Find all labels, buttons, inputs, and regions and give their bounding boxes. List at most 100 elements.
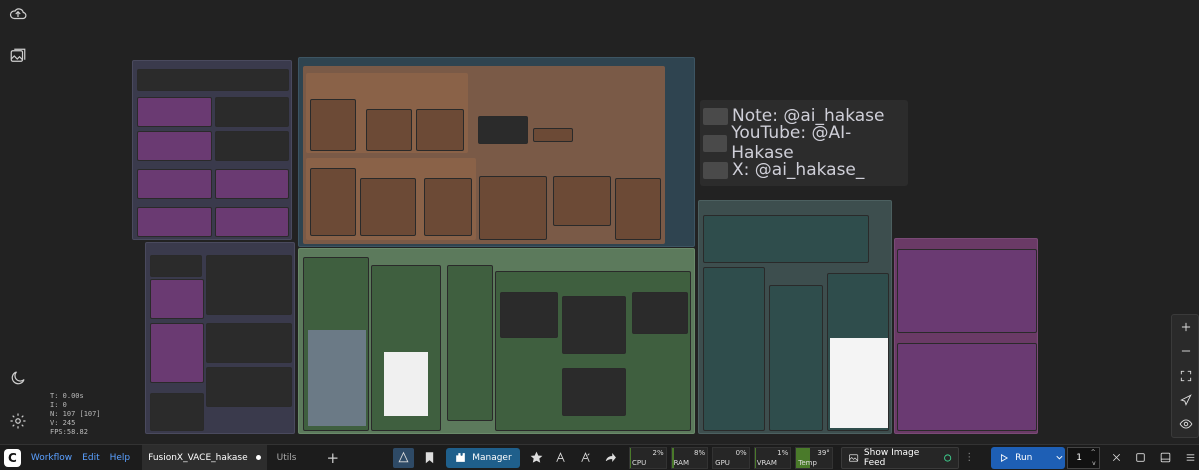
node[interactable] <box>310 168 356 236</box>
increment-icon[interactable]: ^ <box>1091 449 1096 456</box>
node[interactable] <box>215 131 289 161</box>
node[interactable] <box>495 271 691 431</box>
dark-mode-icon[interactable] <box>8 368 28 388</box>
batch-count-input[interactable]: 1 ^ v <box>1067 446 1100 469</box>
bookmark-icon[interactable] <box>420 448 441 468</box>
zoom-in-icon[interactable] <box>1176 317 1196 337</box>
node[interactable] <box>150 279 204 319</box>
node[interactable] <box>360 178 416 236</box>
note-swatch <box>703 134 728 152</box>
credits-note[interactable]: Note: @ai_hakase YouTube: @AI-Hakase X: … <box>700 100 908 186</box>
settings-gear-icon[interactable] <box>8 411 28 431</box>
comfyui-logo-icon[interactable]: C <box>4 448 21 467</box>
node[interactable] <box>206 367 292 407</box>
zoom-out-icon[interactable] <box>1176 341 1196 361</box>
feed-status-icon <box>944 453 952 462</box>
node[interactable] <box>137 69 289 91</box>
node[interactable] <box>769 285 823 431</box>
node[interactable] <box>562 296 626 354</box>
node[interactable] <box>632 292 688 334</box>
node[interactable] <box>703 215 869 263</box>
node[interactable] <box>424 178 472 236</box>
play-icon <box>1001 453 1009 462</box>
node[interactable] <box>150 255 202 277</box>
node[interactable] <box>447 265 493 421</box>
run-button[interactable]: Run <box>991 446 1066 469</box>
node[interactable] <box>562 368 626 416</box>
manager-label: Manager <box>472 452 512 463</box>
node[interactable] <box>310 99 356 151</box>
node[interactable] <box>206 323 292 363</box>
menu-edit[interactable]: Edit <box>82 453 99 463</box>
left-sidebar <box>0 0 36 444</box>
node[interactable] <box>897 249 1037 333</box>
chevron-down-icon[interactable] <box>1054 452 1065 463</box>
node[interactable] <box>500 292 558 338</box>
node[interactable] <box>150 393 204 431</box>
new-tab-plus-icon[interactable]: + <box>326 449 339 467</box>
star-icon[interactable] <box>528 448 545 468</box>
group-vace-settings[interactable] <box>298 248 695 434</box>
manager-button[interactable]: Manager <box>446 447 520 468</box>
bottom-panel-icon[interactable] <box>1157 448 1174 468</box>
node[interactable] <box>215 97 289 127</box>
drag-handle-icon[interactable]: ⋮ <box>964 448 974 468</box>
node[interactable] <box>206 255 292 315</box>
node[interactable] <box>137 207 212 237</box>
group-compare[interactable] <box>894 238 1038 434</box>
node[interactable] <box>478 116 528 144</box>
node[interactable] <box>137 97 212 127</box>
canvas-stats: T: 0.00s I: 0 N: 107 [107] V: 245 FPS:58… <box>50 392 101 437</box>
queue-list-icon[interactable] <box>1182 448 1199 468</box>
node[interactable] <box>137 131 212 161</box>
reference-image <box>384 352 428 416</box>
menu-workflow[interactable]: Workflow <box>31 453 72 463</box>
queue-icon[interactable] <box>393 447 414 468</box>
group-extra-settings[interactable] <box>306 158 476 240</box>
share-icon[interactable] <box>602 448 619 468</box>
tab-utils[interactable]: Utils <box>277 453 297 463</box>
group-output[interactable] <box>698 200 892 434</box>
stat-fps: FPS:58.82 <box>50 428 88 436</box>
reference-video-frame <box>308 330 366 426</box>
vram-value: 1% <box>777 448 789 457</box>
upload-icon[interactable] <box>8 4 28 24</box>
toggle-visibility-icon[interactable] <box>1176 414 1196 434</box>
tab-active-workflow[interactable]: FusionX_VACE_hakase <box>142 444 267 470</box>
puzzle-icon <box>456 453 466 462</box>
node[interactable] <box>303 257 369 431</box>
focus-mode-icon[interactable] <box>1133 448 1150 468</box>
image-gallery-icon[interactable] <box>8 46 28 66</box>
node[interactable] <box>416 109 464 151</box>
unsaved-dot-icon <box>255 455 261 460</box>
note-swatch <box>703 107 728 125</box>
ram-meter: 8% RAM <box>670 446 709 469</box>
node[interactable] <box>827 273 889 431</box>
node[interactable] <box>366 109 412 151</box>
model-icon[interactable] <box>553 448 570 468</box>
fit-view-icon[interactable] <box>1176 366 1196 386</box>
node[interactable] <box>553 176 611 226</box>
group-video-control[interactable] <box>303 66 665 244</box>
group-main[interactable] <box>298 57 695 247</box>
select-mode-icon[interactable] <box>1176 390 1196 410</box>
node[interactable] <box>479 176 547 240</box>
group-video-settings[interactable] <box>306 73 468 153</box>
cancel-icon[interactable] <box>1108 448 1125 468</box>
group-model-loader[interactable] <box>132 60 292 240</box>
group-models[interactable] <box>145 242 295 434</box>
node[interactable] <box>371 265 441 431</box>
decrement-icon[interactable]: v <box>1092 460 1096 467</box>
menu-help[interactable]: Help <box>110 453 131 463</box>
node[interactable] <box>703 267 765 431</box>
show-image-feed-button[interactable]: Show Image Feed <box>840 446 960 469</box>
node-library-icon[interactable] <box>577 448 594 468</box>
vram-label: VRAM <box>756 458 777 467</box>
node[interactable] <box>615 178 661 240</box>
node[interactable] <box>137 169 212 199</box>
node[interactable] <box>215 169 289 199</box>
node[interactable] <box>533 128 573 142</box>
node[interactable] <box>897 343 1037 431</box>
node[interactable] <box>150 323 204 383</box>
node[interactable] <box>215 207 289 237</box>
